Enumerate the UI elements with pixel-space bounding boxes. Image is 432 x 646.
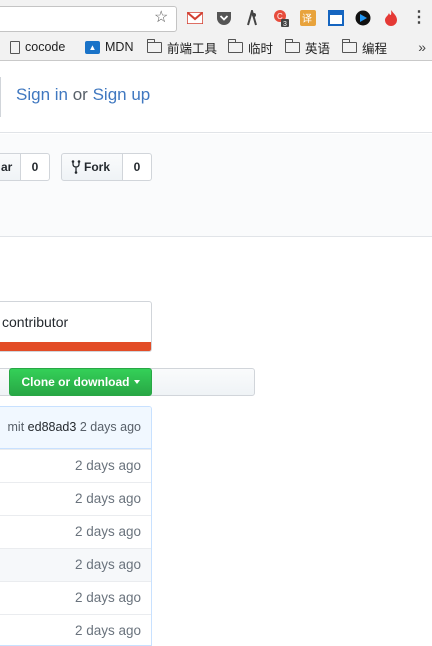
doc-icon bbox=[10, 40, 20, 54]
folder-icon bbox=[341, 38, 357, 53]
star-label: ar bbox=[1, 160, 13, 174]
table-row[interactable]: 2 days ago bbox=[0, 482, 151, 515]
contributors-link[interactable]: l contributor bbox=[0, 314, 68, 330]
or-text: or bbox=[72, 85, 88, 104]
file-age: 2 days ago bbox=[74, 590, 141, 605]
mdn-icon: ▲ bbox=[85, 40, 100, 54]
sign-in-link[interactable]: Sign in bbox=[16, 85, 68, 104]
svg-text:译: 译 bbox=[302, 13, 312, 25]
gmail-extension-icon[interactable] bbox=[186, 9, 204, 27]
chevron-down-icon bbox=[133, 380, 140, 384]
bookmark-label: MDN bbox=[105, 40, 134, 54]
bookmark-folder-programming[interactable]: 编程 bbox=[341, 36, 388, 58]
bookmark-label: 编程 bbox=[362, 41, 388, 56]
repo-summary: l contributor bbox=[0, 301, 152, 352]
latest-commit-bar: mit ed88ad3 2 days ago bbox=[0, 407, 151, 449]
pocket-extension-icon[interactable] bbox=[215, 9, 233, 27]
star-count[interactable]: 0 bbox=[20, 153, 50, 181]
table-row[interactable]: 2 days ago bbox=[0, 449, 151, 482]
fork-count[interactable]: 0 bbox=[122, 153, 152, 181]
auth-links: Sign in or Sign up bbox=[16, 85, 150, 105]
latest-commit-info: mit ed88ad3 2 days ago bbox=[8, 420, 141, 434]
sign-up-link[interactable]: Sign up bbox=[93, 85, 151, 104]
browser-menu-icon[interactable]: ⋮ bbox=[410, 9, 428, 27]
bookmark-label: 临时 bbox=[248, 41, 274, 56]
clone-or-download-button[interactable]: Clone or download bbox=[9, 368, 152, 396]
header-divider bbox=[0, 77, 1, 117]
table-row[interactable]: 2 days ago bbox=[0, 614, 151, 645]
fork-icon bbox=[71, 160, 81, 174]
commit-sha-link[interactable]: ed88ad3 bbox=[28, 420, 77, 434]
file-age: 2 days ago bbox=[74, 491, 141, 506]
repo-header: ar 0 Fork 0 bbox=[0, 134, 432, 237]
language-bar bbox=[0, 342, 151, 351]
badge-extension-icon[interactable]: C3 bbox=[272, 9, 290, 27]
svg-text:3: 3 bbox=[283, 21, 287, 27]
bookmark-folder-english[interactable]: 英语 bbox=[284, 36, 331, 58]
bookmarks-overflow-icon[interactable]: » bbox=[418, 36, 426, 58]
bookmark-cocode[interactable]: cocode bbox=[10, 36, 65, 58]
bookmark-star-icon[interactable]: ☆ bbox=[154, 8, 168, 28]
folder-icon bbox=[146, 38, 162, 53]
translate-extension-icon[interactable]: 译 bbox=[299, 9, 317, 27]
star-button[interactable]: ar bbox=[0, 153, 21, 181]
site-header: Sign in or Sign up bbox=[0, 61, 432, 133]
file-age: 2 days ago bbox=[74, 524, 141, 539]
folder-icon bbox=[284, 38, 300, 53]
fork-button[interactable]: Fork bbox=[61, 153, 123, 181]
bookmark-label: 英语 bbox=[305, 41, 331, 56]
folder-icon bbox=[227, 38, 243, 53]
table-row[interactable]: 2 days ago bbox=[0, 581, 151, 614]
bookmark-folder-frontend-tools[interactable]: 前端工具 bbox=[146, 36, 218, 58]
latest-commit-age: 2 days ago bbox=[79, 420, 141, 434]
file-age: 2 days ago bbox=[74, 458, 141, 473]
fork-label: Fork bbox=[84, 160, 111, 174]
table-row[interactable]: 2 days ago bbox=[0, 515, 151, 548]
window-extension-icon[interactable] bbox=[327, 9, 345, 27]
bookmarks-bar: cocode ▲ MDN 前端工具 临时 英语 编程 bbox=[0, 36, 432, 58]
bookmark-label: cocode bbox=[25, 40, 66, 54]
bookmark-folder-temp[interactable]: 临时 bbox=[227, 36, 274, 58]
script-extension-icon[interactable] bbox=[243, 9, 261, 27]
table-row[interactable]: 2 days ago bbox=[0, 548, 151, 581]
latest-commit-prefix: mit bbox=[7, 420, 25, 434]
file-age: 2 days ago bbox=[74, 557, 141, 572]
clone-label: Clone or download bbox=[21, 375, 130, 389]
bookmark-mdn[interactable]: ▲ MDN bbox=[85, 36, 133, 58]
media-extension-icon[interactable] bbox=[354, 9, 372, 27]
bookmark-label: 前端工具 bbox=[167, 41, 218, 56]
address-bar[interactable] bbox=[0, 6, 177, 32]
flame-extension-icon[interactable] bbox=[382, 9, 400, 27]
browser-toolbar: ☆ C3 译 ⋮ cocode ▲ MDN 前端工具 临时 英语 编程 » bbox=[0, 0, 432, 61]
file-list: mit ed88ad3 2 days ago 2 days ago 2 days… bbox=[0, 406, 152, 646]
